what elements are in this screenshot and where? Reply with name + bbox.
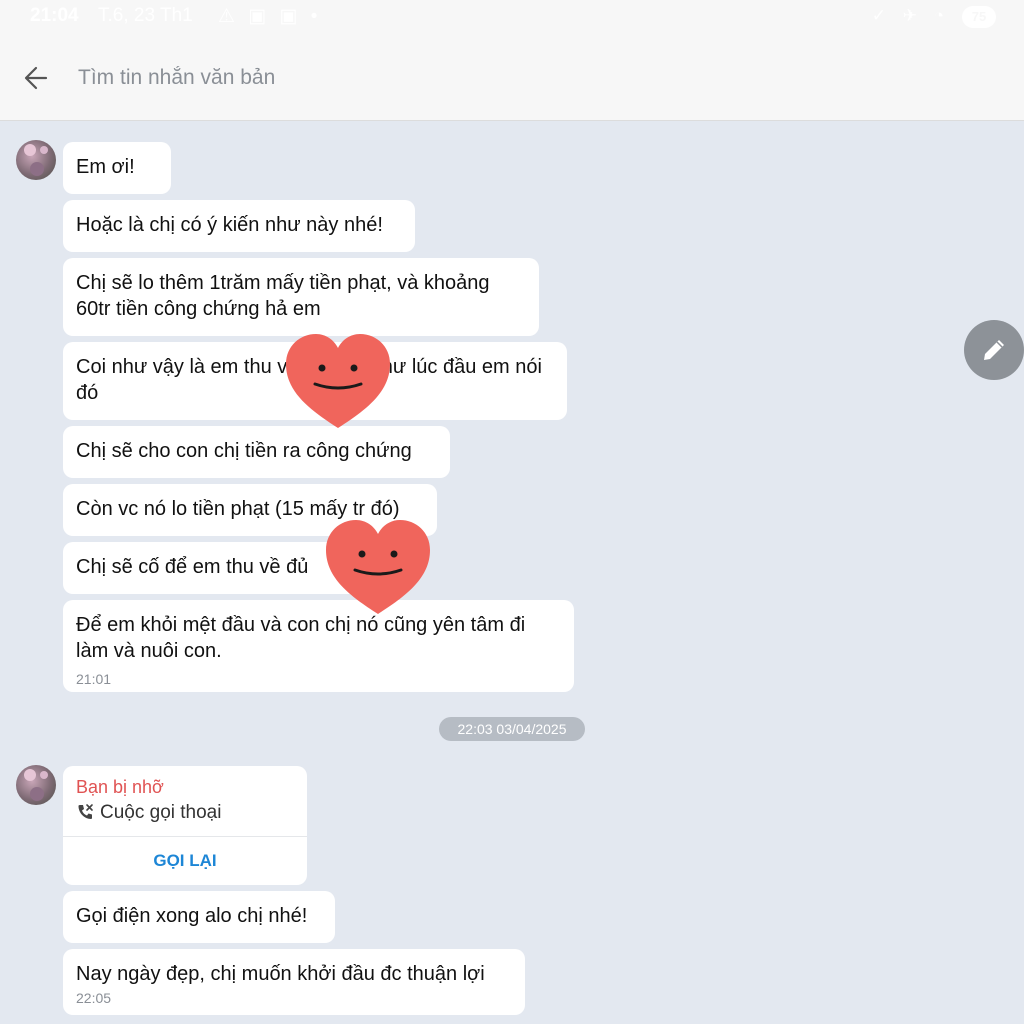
arrow-left-icon	[24, 66, 48, 90]
missed-call-icon	[78, 804, 93, 819]
heart-smiley-sticker	[326, 520, 430, 614]
search-input[interactable]	[76, 58, 780, 98]
message-text: Gọi điện xong alo chị nhé!	[76, 905, 308, 927]
message-bubble[interactable]: Gọi điện xong alo chị nhé!	[63, 891, 335, 943]
avatar[interactable]	[16, 140, 56, 180]
message-text: Chị sẽ lo thêm 1trăm mấy tiền phạt, và k…	[76, 272, 490, 320]
message-bubble[interactable]: Nay ngày đẹp, chị muốn khởi đầu đc thuận…	[63, 949, 525, 1015]
call-back-button[interactable]: GỌI LẠI	[63, 837, 307, 885]
avatar[interactable]	[16, 765, 56, 805]
date-divider: 22:03 03/04/2025	[439, 717, 585, 741]
heart-smiley-sticker	[286, 334, 390, 428]
message-bubble[interactable]: Em ơi!	[63, 142, 171, 194]
call-type-label: Cuộc gọi thoại	[100, 802, 222, 823]
back-button[interactable]	[18, 58, 58, 98]
message-bubble[interactable]: Chị sẽ cố để em thu về đủ	[63, 542, 363, 594]
missed-call-card: Bạn bị nhỡ Cuộc gọi thoại GỌI LẠI	[63, 766, 307, 885]
status-date: T.6, 23 Th1	[98, 5, 193, 26]
notification-icons: ⚠ ▣ ▣ •	[218, 6, 322, 27]
edit-button[interactable]	[964, 320, 1024, 380]
status-bar: 21:04 T.6, 23 Th1 ⚠ ▣ ▣ • ✓ ✈ ◔ 75	[0, 0, 1024, 34]
signal-icons: ✓ ✈ ◔	[871, 6, 950, 25]
message-text: Em ơi!	[76, 156, 135, 178]
message-timestamp: 21:01	[76, 671, 112, 687]
message-timestamp: 22:05	[76, 990, 112, 1006]
message-bubble[interactable]: Để em khỏi mệt đầu và con chị nó cũng yê…	[63, 600, 574, 692]
message-text: Chị sẽ cho con chị tiền ra công chứng	[76, 440, 412, 462]
pencil-icon	[984, 340, 1004, 360]
missed-call-title: Bạn bị nhỡ	[76, 777, 164, 797]
message-text: Chị sẽ cố để em thu về đủ	[76, 556, 309, 578]
battery-icon: 75	[962, 6, 996, 28]
message-bubble[interactable]: Hoặc là chị có ý kiến như này nhé!	[63, 200, 415, 252]
message-text: Hoặc là chị có ý kiến như này nhé!	[76, 214, 383, 236]
call-type: Cuộc gọi thoại	[76, 802, 221, 824]
message-bubble[interactable]: Chị sẽ lo thêm 1trăm mấy tiền phạt, và k…	[63, 258, 539, 336]
message-text: Để em khỏi mệt đầu và con chị nó cũng yê…	[76, 614, 526, 662]
search-header	[0, 34, 1024, 121]
status-time: 21:04	[30, 5, 79, 26]
message-text: Nay ngày đẹp, chị muốn khởi đầu đc thuận…	[76, 963, 485, 985]
